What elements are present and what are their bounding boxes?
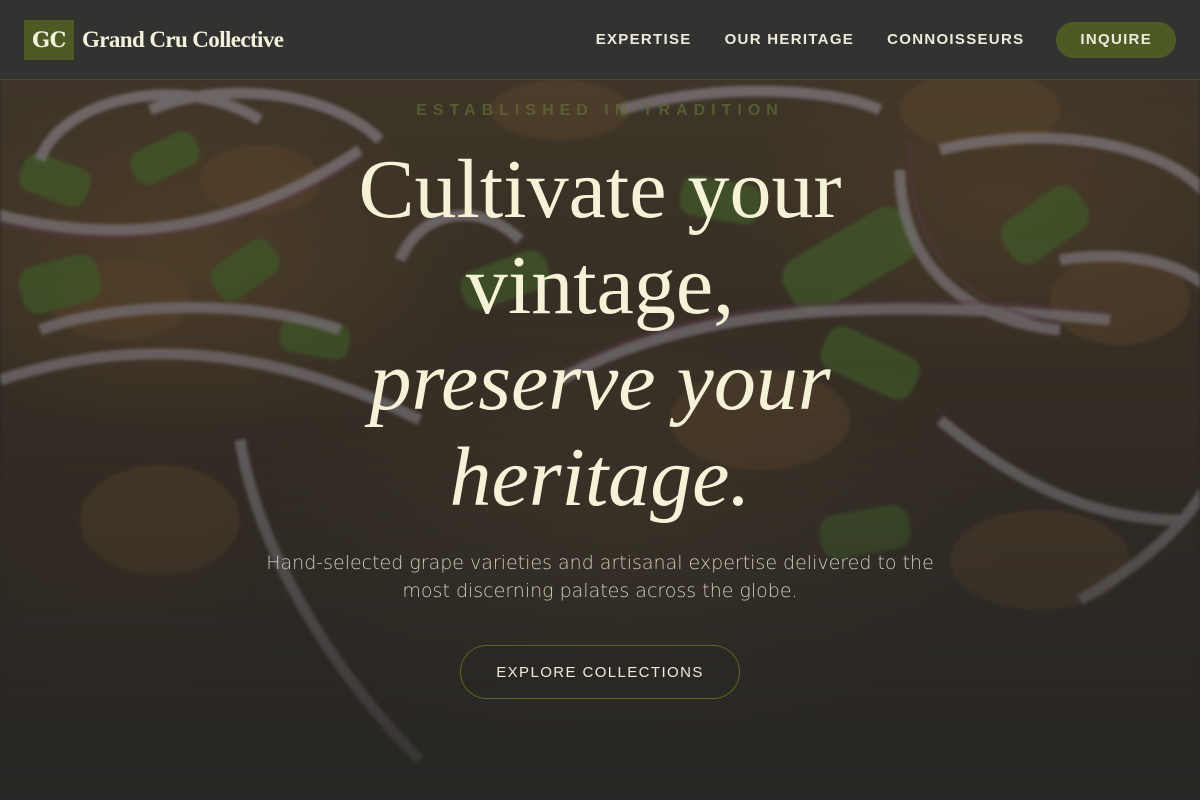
hero-section: ESTABLISHED IN TRADITION Cultivate your …	[0, 80, 1200, 800]
inquire-button[interactable]: INQUIRE	[1056, 21, 1176, 58]
main-nav: EXPERTISE OUR HERITAGE CONNOISSEURS INQU…	[596, 21, 1176, 58]
nav-link-expertise[interactable]: EXPERTISE	[596, 31, 692, 48]
nav-link-connoisseurs[interactable]: CONNOISSEURS	[887, 31, 1024, 48]
hero-subtext: Hand-selected grape varieties and artisa…	[266, 552, 934, 602]
brand-name: Grand Cru Collective	[82, 26, 284, 52]
headline-line-3: preserve your	[369, 335, 831, 428]
site-header: GC Grand Cru Collective EXPERTISE OUR HE…	[0, 0, 1200, 80]
hero-headline: Cultivate your vintage, preserve your he…	[0, 142, 1200, 526]
nav-link-our-heritage[interactable]: OUR HERITAGE	[725, 31, 855, 48]
headline-line-2: vintage,	[465, 239, 735, 332]
landing-page: GC Grand Cru Collective EXPERTISE OUR HE…	[0, 0, 1200, 800]
headline-line-4: heritage.	[449, 431, 751, 524]
brand-logo-link[interactable]: GC Grand Cru Collective	[24, 19, 284, 60]
logo-mark: GC	[24, 19, 74, 60]
explore-collections-button[interactable]: EXPLORE COLLECTIONS	[460, 645, 740, 699]
hero-eyebrow: ESTABLISHED IN TRADITION	[416, 102, 784, 119]
headline-line-1: Cultivate your	[358, 143, 842, 236]
